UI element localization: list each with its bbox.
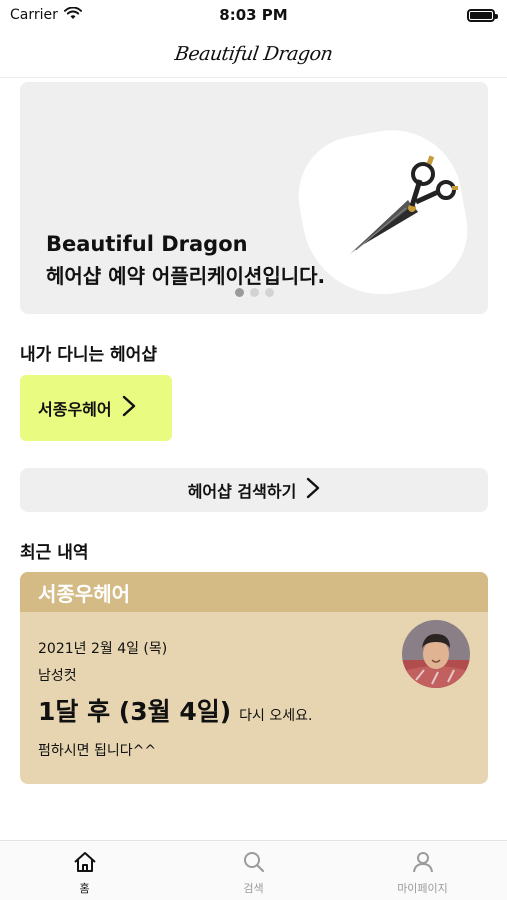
return-suffix: 다시 오세요. (239, 708, 313, 724)
tab-home[interactable]: 홈 (0, 841, 169, 900)
tab-search[interactable]: 검색 (169, 841, 338, 900)
return-reminder: 1달 후 (3월 4일) 다시 오세요. (38, 692, 312, 728)
stylist-note: 펌하시면 됩니다^^ (38, 743, 157, 759)
status-time: 8:03 PM (219, 6, 288, 24)
recent-section-title: 최근 내역 (20, 543, 89, 563)
bottom-tab-bar: 홈 검색 마이페이지 (0, 840, 507, 900)
page-dot-3[interactable] (264, 288, 274, 297)
chevron-right-icon (306, 477, 320, 503)
search-hairshop-button[interactable]: 헤어샵 검색하기 (20, 468, 488, 512)
my-shop-section-title: 내가 다니는 헤어샵 (20, 345, 157, 365)
app-screen: Carrier 8:03 PM Beautiful Dragon Beautif… (0, 0, 507, 900)
my-shop-name: 서종우헤어 (38, 400, 112, 419)
battery-icon (467, 8, 498, 22)
return-period: 1달 후 (3월 4일) (38, 697, 232, 726)
status-bar: Carrier 8:03 PM (0, 0, 507, 30)
home-icon (73, 851, 97, 877)
person-icon (411, 851, 435, 877)
scissors-icon (350, 155, 458, 254)
tab-mypage[interactable]: 마이페이지 (338, 841, 507, 900)
tab-home-label: 홈 (79, 882, 90, 895)
page-dot-1[interactable] (234, 288, 244, 297)
tab-mypage-label: 마이페이지 (397, 882, 448, 895)
app-header: Beautiful Dragon (0, 30, 507, 78)
banner-title: Beautiful Dragon (46, 232, 248, 256)
recent-visit-card[interactable]: 서종우헤어 2021년 2월 4일 (목) 남성컷 1달 후 (3월 4일) 다… (20, 572, 488, 784)
my-shop-card[interactable]: 서종우헤어 (20, 375, 172, 441)
stylist-avatar (402, 620, 470, 688)
visit-date: 2021년 2월 4일 (목) (38, 641, 168, 657)
recent-shop-name: 서종우헤어 (38, 581, 130, 606)
visit-service: 남성컷 (38, 668, 77, 684)
page-indicator[interactable] (20, 288, 488, 297)
recent-card-header: 서종우헤어 (20, 572, 488, 612)
promo-banner[interactable]: Beautiful Dragon 헤어샵 예약 어플리케이션입니다. (20, 82, 488, 314)
banner-subtitle: 헤어샵 예약 어플리케이션입니다. (46, 264, 326, 288)
page-dot-2[interactable] (249, 288, 259, 297)
search-icon (242, 851, 266, 877)
chevron-right-icon (122, 395, 136, 421)
app-title: Beautiful Dragon (173, 42, 334, 65)
tab-search-label: 검색 (243, 882, 264, 895)
search-hairshop-label: 헤어샵 검색하기 (187, 482, 297, 501)
